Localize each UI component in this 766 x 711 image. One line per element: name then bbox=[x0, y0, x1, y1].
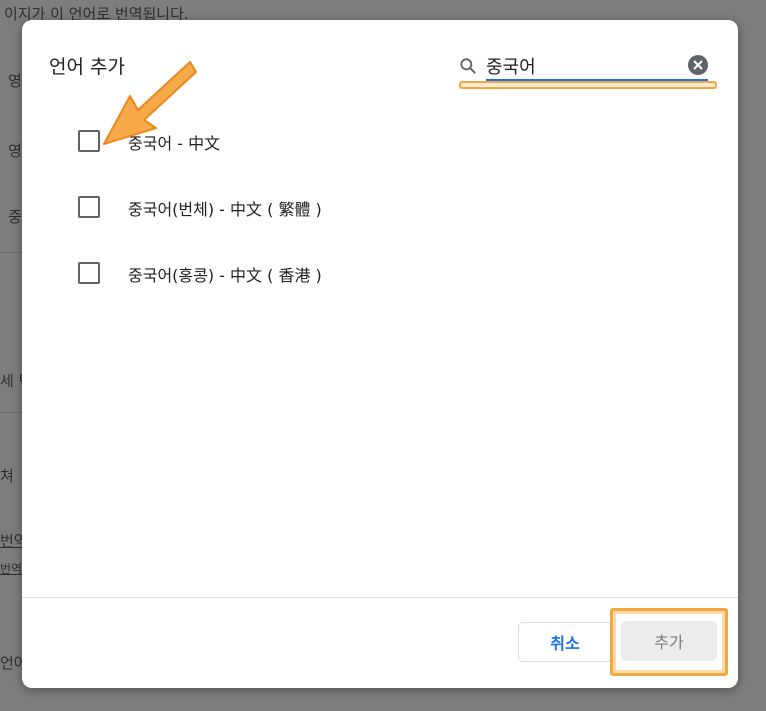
add-button[interactable]: 추가 bbox=[621, 621, 717, 661]
cancel-button[interactable]: 취소 bbox=[518, 622, 612, 662]
list-item[interactable]: 중국어 - 中文 bbox=[22, 108, 738, 174]
clear-search-button[interactable] bbox=[688, 55, 708, 75]
checkbox-icon[interactable] bbox=[78, 196, 100, 218]
checkbox-icon[interactable] bbox=[78, 130, 100, 152]
language-label: 중국어(번체) - 中文 ( 繁體 ) bbox=[128, 200, 322, 219]
background-fragment: 영 bbox=[8, 142, 22, 160]
dialog-title: 언어 추가 bbox=[49, 56, 125, 78]
clear-icon bbox=[693, 60, 703, 70]
search-input[interactable] bbox=[486, 52, 678, 80]
background-divider bbox=[0, 412, 22, 413]
add-language-dialog: 언어 추가 중국어 - 中文 중국어(번체) - 中文 ( 繁體 ) 중국어(홍… bbox=[22, 20, 738, 688]
background-fragment: 쳐 bbox=[0, 467, 14, 485]
background-fragment: 영 bbox=[8, 72, 22, 90]
checkbox-icon[interactable] bbox=[78, 262, 100, 284]
language-label: 중국어(홍콩) - 中文 ( 香港 ) bbox=[128, 266, 322, 285]
background-fragment: 중 bbox=[8, 208, 22, 226]
list-item[interactable]: 중국어(번체) - 中文 ( 繁體 ) bbox=[22, 174, 738, 240]
language-search bbox=[458, 50, 716, 84]
list-item[interactable]: 중국어(홍콩) - 中文 ( 香港 ) bbox=[22, 240, 738, 306]
background-fragment: 번역 bbox=[0, 562, 23, 576]
search-icon bbox=[460, 58, 476, 74]
footer-divider bbox=[22, 597, 738, 598]
background-divider bbox=[0, 252, 22, 253]
language-label: 중국어 - 中文 bbox=[128, 134, 221, 153]
search-highlight-annotation bbox=[459, 81, 717, 89]
